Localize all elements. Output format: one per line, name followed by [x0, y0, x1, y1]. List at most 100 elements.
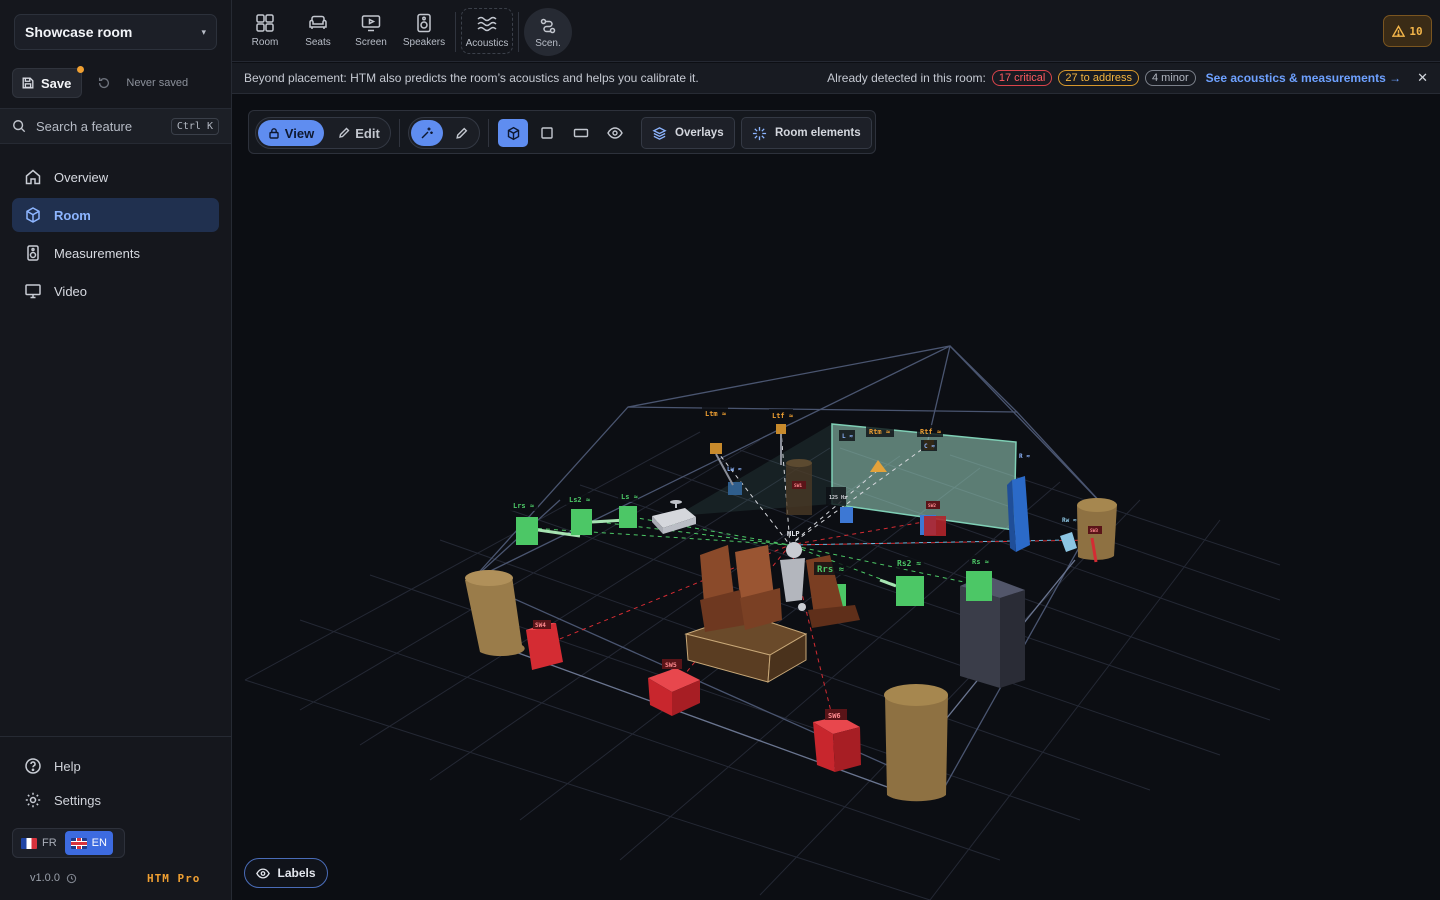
sparkle-icon — [752, 126, 767, 140]
svg-text:Rs ≈: Rs ≈ — [972, 558, 989, 566]
speaker-rs[interactable] — [966, 571, 992, 601]
view-top-button[interactable] — [532, 119, 562, 147]
room-scene[interactable]: Lrs ≈ Ls2 ≈ Ls ≈ Ltm ≈ Ltf ≈ Rtm ≈ Rtf ≈… — [232, 94, 1440, 900]
svg-text:SW3: SW3 — [1090, 528, 1098, 534]
pen-tool-button[interactable] — [445, 120, 477, 146]
close-icon[interactable]: ✕ — [1417, 70, 1428, 86]
view-front-button[interactable] — [566, 119, 596, 147]
label-lw: Lw ≈ — [727, 466, 742, 473]
unsaved-dot — [77, 66, 85, 73]
minor-badge[interactable]: 4 minor — [1144, 70, 1196, 86]
toolbar-divider — [518, 12, 519, 52]
help-link[interactable]: Help — [24, 755, 81, 777]
speaker-ls[interactable] — [619, 506, 637, 528]
magic-tool-button[interactable] — [411, 120, 443, 146]
speaker-icon — [27, 245, 39, 261]
svg-text:Lw ≈: Lw ≈ — [727, 466, 742, 473]
feature-search[interactable]: Search a feature Ctrl K — [0, 108, 231, 144]
grid-icon — [256, 14, 274, 32]
speaker-rw[interactable] — [1060, 532, 1077, 552]
svg-text:125 Hz: 125 Hz — [829, 495, 847, 501]
home-icon — [25, 169, 41, 185]
speaker-l[interactable] — [840, 507, 853, 523]
edit-mode-button[interactable]: Edit — [328, 120, 390, 146]
revert-button[interactable] — [90, 69, 118, 97]
room-3d-viewport[interactable]: Lrs ≈ Ls2 ≈ Ls ≈ Ltm ≈ Ltf ≈ Rtm ≈ Rtf ≈… — [232, 94, 1440, 900]
screen-icon — [361, 15, 381, 32]
save-button[interactable]: Save — [12, 66, 85, 98]
label-hz: 125 Hz — [826, 487, 847, 506]
tool-seats[interactable]: Seats — [293, 8, 343, 54]
sidebar: Showcase room ▾ Save Never saved Search … — [0, 0, 232, 900]
speaker-icon — [417, 13, 431, 33]
vtoolbar-divider — [399, 119, 400, 147]
tool-scenarios[interactable]: Scen. — [524, 8, 572, 56]
square-icon — [541, 127, 553, 139]
see-acoustics-link[interactable]: See acoustics & measurements → — [1206, 71, 1401, 85]
label-rs: Rs ≈ — [969, 555, 993, 567]
tool-label: Room — [251, 37, 279, 48]
subwoofer-sw6[interactable] — [813, 716, 861, 772]
flag-fr-icon — [21, 837, 37, 849]
version-label: v1.0.0 — [30, 872, 60, 884]
label-ltm: Ltm ≈ — [702, 407, 728, 419]
speaker-ltm[interactable] — [710, 443, 734, 486]
nav-label: Measurements — [54, 245, 140, 261]
projector[interactable] — [652, 500, 696, 534]
nav-item-measurements[interactable]: Measurements — [12, 236, 219, 270]
warnings-badge[interactable]: 10 — [1383, 15, 1432, 47]
tool-speakers[interactable]: Speakers — [399, 8, 449, 54]
eye-icon — [607, 127, 623, 139]
speaker-r-tower[interactable] — [1007, 476, 1030, 552]
rectangle-icon — [573, 128, 589, 138]
speaker-lw[interactable] — [728, 482, 742, 495]
edit-label: Edit — [355, 125, 380, 141]
view-pov-button[interactable] — [600, 119, 630, 147]
speaker-rs2[interactable] — [879, 576, 924, 606]
layers-icon — [652, 126, 667, 140]
labels-toggle-button[interactable]: Labels — [244, 858, 328, 888]
acoustics-info-bar: Beyond placement: HTM also predicts the … — [232, 63, 1440, 94]
gear-icon — [25, 792, 41, 808]
pencil-icon — [339, 127, 350, 138]
label-sw1: SW1 — [792, 481, 806, 489]
subwoofer-sw1[interactable] — [924, 516, 946, 536]
cube-icon — [507, 126, 519, 140]
critical-badge[interactable]: 17 critical — [991, 70, 1053, 86]
tool-room[interactable]: Room — [240, 8, 290, 54]
label-r: R ≈ — [1019, 453, 1030, 460]
room-select[interactable]: Showcase room ▾ — [14, 14, 217, 50]
nav-item-overview[interactable]: Overview — [12, 160, 219, 194]
search-placeholder: Search a feature — [36, 118, 133, 134]
viewport-toolbar: View Edit Overlays Room elements — [248, 110, 876, 154]
to-address-badge[interactable]: 27 to address — [1058, 70, 1139, 86]
speaker-ls2[interactable] — [571, 509, 627, 535]
acoustic-column-front-right[interactable] — [884, 684, 948, 802]
nav-item-room[interactable]: Room — [12, 198, 219, 232]
label-rtf: Rtf ≈ — [917, 425, 943, 437]
projection-screen[interactable] — [831, 423, 1017, 531]
svg-text:R ≈: R ≈ — [1019, 453, 1030, 460]
room-elements-button[interactable]: Room elements — [741, 117, 872, 149]
view-mode-button[interactable]: View — [258, 120, 324, 146]
warning-icon — [1392, 24, 1406, 37]
overlays-button[interactable]: Overlays — [641, 117, 735, 149]
settings-link[interactable]: Settings — [24, 789, 101, 811]
nav-item-video[interactable]: Video — [12, 274, 219, 308]
label-sw2: SW2 — [926, 501, 940, 509]
label-sw3: SW3 — [1088, 526, 1102, 534]
tool-acoustics[interactable]: Acoustics — [461, 8, 513, 54]
subwoofer-sw4[interactable] — [526, 623, 563, 670]
lang-fr-label: FR — [42, 837, 57, 849]
tool-screen[interactable]: Screen — [346, 8, 396, 54]
lang-en-label: EN — [91, 837, 107, 849]
subwoofer-sw5[interactable] — [648, 668, 700, 716]
tool-label: Scen. — [535, 38, 561, 49]
history-icon[interactable] — [66, 873, 77, 884]
label-lrs: Lrs ≈ — [510, 499, 538, 511]
view-3d-button[interactable] — [498, 119, 528, 147]
lang-fr-button[interactable]: FR — [15, 831, 63, 855]
search-icon — [13, 120, 26, 133]
revert-icon — [99, 77, 110, 89]
lang-en-button[interactable]: EN — [64, 831, 113, 855]
